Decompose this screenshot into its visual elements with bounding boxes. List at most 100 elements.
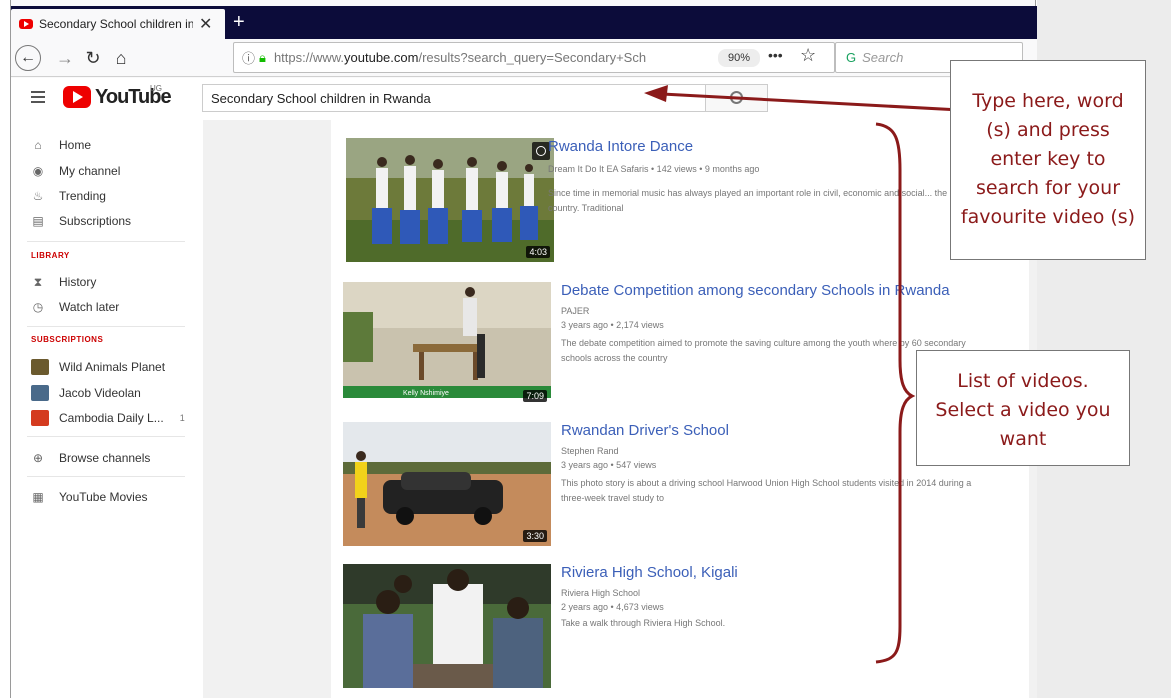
page-actions-menu-button[interactable]: •••: [768, 47, 783, 63]
video-thumbnail[interactable]: [343, 564, 551, 688]
sidebar-item-label: YouTube Movies: [59, 490, 148, 504]
sidebar-item-label: Subscriptions: [59, 214, 132, 228]
active-tab[interactable]: Secondary School children in R ✕: [11, 9, 225, 39]
video-list-callout: List of videos. Select a video you want: [916, 350, 1130, 466]
add-circle-icon: ⊕: [32, 451, 44, 465]
clock-icon: ◷: [32, 300, 44, 314]
sidebar-divider: [27, 326, 185, 327]
sidebar-item-browse-channels[interactable]: ⊕ Browse channels: [31, 447, 150, 469]
video-result[interactable]: 4:03 Rwanda Intore Dance Dream It Do It …: [346, 138, 1036, 266]
sidebar-divider: [27, 241, 185, 242]
video-title[interactable]: Rwandan Driver's School: [561, 422, 729, 439]
sidebar-item-label: My channel: [59, 164, 121, 178]
sidebar-item-label: History: [59, 275, 97, 289]
sidebar-item-label: Home: [59, 138, 92, 152]
site-info-icon[interactable]: ⓘ: [242, 48, 255, 67]
sidebar-item-label: Wild Animals Planet: [59, 360, 166, 374]
callout-line: search for your: [975, 177, 1121, 199]
zoom-level-badge[interactable]: 90%: [718, 49, 760, 67]
youtube-favicon-icon: [19, 19, 33, 29]
video-title[interactable]: Debate Competition among secondary Schoo…: [561, 282, 950, 299]
search-instruction-callout: Type here, word (s) and press enter key …: [950, 60, 1146, 260]
callout-line: favourite video (s): [960, 206, 1136, 228]
browser-search-placeholder: Search: [862, 50, 904, 65]
search-button[interactable]: [706, 84, 768, 112]
video-description: Take a walk through Riviera High School.: [561, 618, 726, 628]
video-channel[interactable]: Riviera High School: [561, 588, 640, 598]
sidebar-item-label: Cambodia Daily L...: [59, 411, 164, 425]
account-icon: ◉: [32, 164, 44, 178]
channel-avatar: [31, 410, 49, 426]
search-query-text: Secondary School children in Rwanda: [211, 90, 431, 106]
video-meta: 3 years ago • 2,174 views: [561, 320, 664, 330]
sidebar-item-my-channel[interactable]: ◉ My channel: [31, 160, 121, 182]
video-meta: Dream It Do It EA Safaris • 142 views • …: [548, 164, 760, 174]
browser-window: Secondary School children in R ✕ + ← → ↻…: [10, 0, 1037, 698]
youtube-header: YouTube UG Secondary School children in …: [11, 78, 1037, 120]
video-duration: 4:03: [526, 246, 550, 258]
video-meta: 2 years ago • 4,673 views: [561, 602, 664, 612]
video-duration: 3:30: [523, 530, 547, 542]
home-icon: ⌂: [34, 138, 42, 152]
video-thumbnail[interactable]: 3:30: [343, 422, 551, 546]
lock-icon: 🔒︎: [259, 49, 266, 65]
video-description: This photo story is about a driving scho…: [561, 478, 972, 503]
address-bar[interactable]: ⓘ 🔒︎ https://www.youtube.com/results?sea…: [233, 42, 835, 73]
sidebar-item-home[interactable]: ⌂ Home: [31, 134, 91, 156]
library-heading: LIBRARY: [31, 251, 70, 260]
video-thumbnail[interactable]: 4:03: [346, 138, 554, 262]
close-tab-icon[interactable]: ✕: [199, 14, 212, 34]
video-title[interactable]: Riviera High School, Kigali: [561, 564, 738, 581]
forward-button[interactable]: →: [53, 45, 77, 71]
sidebar-item-watch-later[interactable]: ◷ Watch later: [31, 296, 120, 318]
sidebar-divider: [27, 436, 185, 437]
sidebar-item-history[interactable]: ⧗ History: [31, 271, 97, 293]
subscription-wild-animals-planet[interactable]: Wild Animals Planet: [31, 356, 165, 378]
channel-avatar: [31, 385, 49, 401]
sidebar-item-label: Trending: [59, 189, 106, 203]
film-icon: ▦: [32, 490, 44, 504]
home-button[interactable]: ⌂: [109, 45, 133, 71]
sidebar-item-label: Watch later: [59, 300, 120, 314]
callout-line: Select a video you: [935, 399, 1111, 421]
tab-title: Secondary School children in R: [39, 17, 193, 31]
youtube-page: YouTube UG Secondary School children in …: [11, 78, 1037, 698]
new-video-count: 1: [179, 413, 185, 423]
subscription-cambodia-daily[interactable]: Cambodia Daily L... 1: [31, 407, 185, 429]
screenshot-stage: Secondary School children in R ✕ + ← → ↻…: [0, 0, 1171, 698]
search-engine-icon: G: [846, 50, 857, 65]
callout-line: want: [999, 428, 1047, 450]
youtube-sidebar: ⌂ Home ◉ My channel ♨ Trending ▤ Subscriptio…: [11, 120, 203, 698]
video-channel[interactable]: Stephen Rand: [561, 446, 619, 456]
subscriptions-icon: ▤: [32, 214, 44, 228]
youtube-logo-icon[interactable]: [63, 86, 91, 108]
sidebar-item-label: Jacob Videolan: [59, 386, 141, 400]
video-thumbnail[interactable]: Kelly Nshimiye 7:09: [343, 282, 551, 406]
flame-icon: ♨: [32, 189, 44, 203]
video-meta: 3 years ago • 547 views: [561, 460, 657, 470]
channel-avatar: [31, 359, 49, 375]
tab-strip: Secondary School children in R ✕ +: [11, 6, 1037, 39]
sidebar-item-youtube-movies[interactable]: ▦ YouTube Movies: [31, 486, 148, 508]
video-channel[interactable]: PAJER: [561, 306, 589, 316]
video-result[interactable]: Riviera High School, Kigali Riviera High…: [343, 564, 1033, 692]
youtube-search-input[interactable]: Secondary School children in Rwanda: [202, 84, 706, 112]
video-title[interactable]: Rwanda Intore Dance: [548, 138, 693, 155]
sidebar-divider: [27, 476, 185, 477]
video-duration: 7:09: [523, 390, 547, 402]
country-code: UG: [150, 84, 162, 93]
hourglass-icon: ⧗: [33, 274, 43, 289]
url-text: https://www.youtube.com/results?search_q…: [273, 50, 647, 65]
callout-line: (s) and press: [986, 119, 1110, 141]
subscription-jacob-videolan[interactable]: Jacob Videolan: [31, 382, 141, 404]
sidebar-item-label: Browse channels: [59, 451, 151, 465]
reload-button[interactable]: ↻: [81, 45, 105, 71]
sidebar-item-trending[interactable]: ♨ Trending: [31, 185, 106, 207]
callout-line: Type here, word: [972, 90, 1124, 112]
back-button[interactable]: ←: [15, 45, 41, 71]
bookmark-star-icon[interactable]: ☆: [800, 45, 816, 66]
sidebar-item-subscriptions[interactable]: ▤ Subscriptions: [31, 210, 131, 232]
hamburger-menu-icon[interactable]: [31, 91, 45, 103]
thumbnail-banner-text: Kelly Nshimiye: [403, 390, 449, 397]
new-tab-button[interactable]: +: [233, 11, 245, 34]
